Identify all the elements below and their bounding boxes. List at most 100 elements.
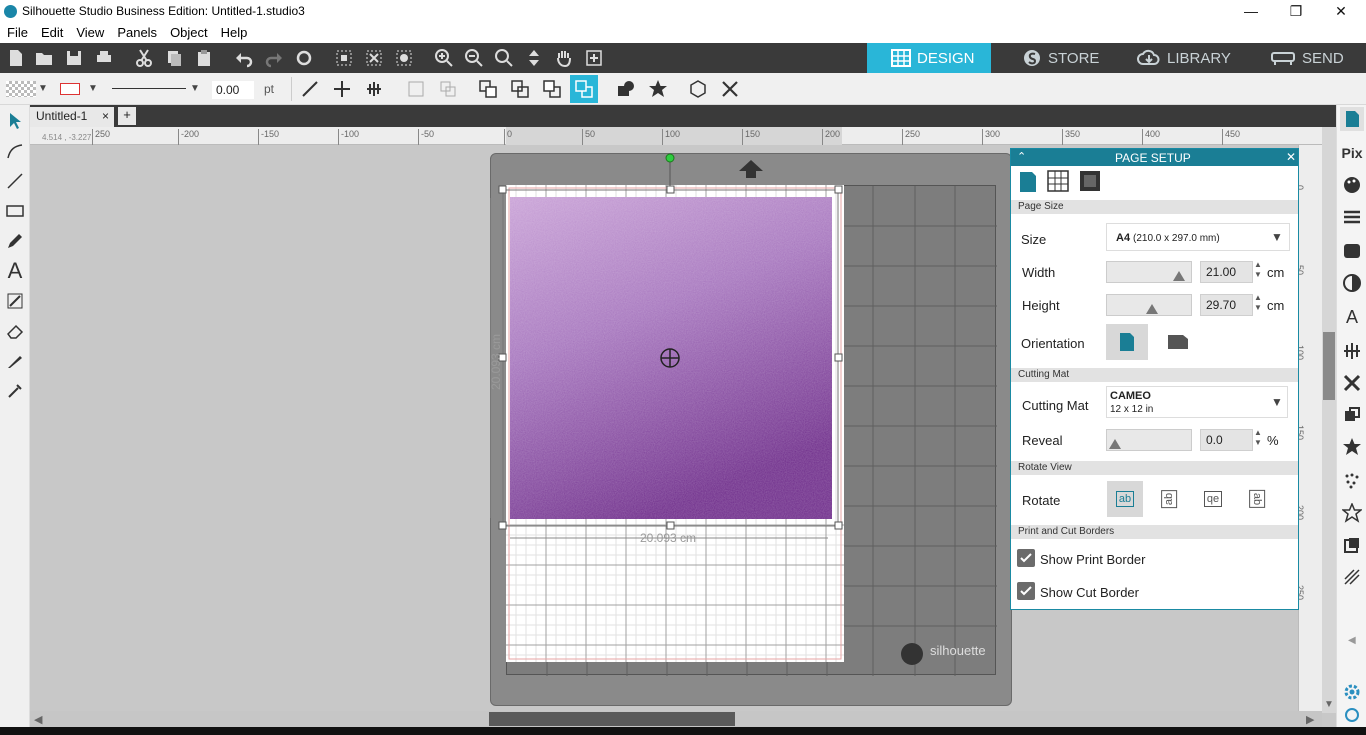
menu-file[interactable]: File <box>7 23 28 40</box>
palette-icon[interactable] <box>1340 173 1364 197</box>
rotate-180-button[interactable]: qe <box>1195 481 1231 517</box>
text-tool-icon[interactable]: A <box>3 258 27 283</box>
modify-icon[interactable] <box>1340 403 1364 427</box>
width-input[interactable]: 21.00 <box>1200 261 1253 283</box>
page-size-dropdown[interactable]: A4 (210.0 x 297.0 mm) ▼ <box>1106 223 1290 251</box>
collapse-panel-icon[interactable]: ⌃ <box>1017 150 1026 163</box>
rectangle-tool-icon[interactable] <box>3 199 27 223</box>
print-cut-icon[interactable] <box>1340 533 1364 557</box>
zoom-select-icon[interactable] <box>492 46 516 70</box>
line-style-panel-icon[interactable] <box>1340 205 1364 229</box>
tab-design[interactable]: DESIGN <box>867 43 991 73</box>
edit-points-tool-icon[interactable] <box>3 139 27 163</box>
settings-gear-icon[interactable] <box>1340 680 1364 704</box>
sync-icon[interactable] <box>1340 703 1364 727</box>
pencil-tool-icon[interactable] <box>3 229 27 253</box>
open-folder-icon[interactable] <box>32 46 56 70</box>
sketch-tool-icon[interactable] <box>3 289 27 313</box>
fit-to-page-icon[interactable] <box>522 46 546 70</box>
refresh-icon[interactable] <box>292 46 316 70</box>
replicate-icon[interactable] <box>1340 371 1364 395</box>
menu-panels[interactable]: Panels <box>117 23 157 40</box>
height-input[interactable]: 29.70 <box>1200 294 1253 316</box>
zoom-in-icon[interactable] <box>432 46 456 70</box>
pixscan-icon[interactable]: Pix <box>1340 141 1364 165</box>
horizontal-scroll-thumb[interactable] <box>489 712 735 726</box>
cutting-mat-dropdown[interactable]: CAMEO 12 x 12 in ▼ <box>1106 386 1288 418</box>
maximize-button[interactable]: ❐ <box>1273 0 1319 23</box>
scroll-right-icon[interactable]: ▶ <box>1306 713 1314 726</box>
fill-dropdown-icon[interactable]: ▼ <box>38 83 48 94</box>
knife-tool-icon[interactable] <box>3 349 27 373</box>
select-arrow-icon[interactable] <box>3 109 27 133</box>
redo-icon[interactable] <box>262 46 286 70</box>
line-width-input[interactable]: 0.00 <box>212 81 254 99</box>
portrait-orientation-button[interactable] <box>1106 324 1148 360</box>
line-style-preview[interactable] <box>112 88 186 89</box>
rotate-0-button[interactable]: ab <box>1107 481 1143 517</box>
vertical-scroll-thumb[interactable] <box>1323 332 1335 400</box>
transform-icon[interactable] <box>1340 339 1364 363</box>
star-shape-icon[interactable] <box>646 77 670 101</box>
show-cut-border-checkbox[interactable] <box>1017 582 1035 600</box>
reveal-input[interactable]: 0.0 <box>1200 429 1253 451</box>
bring-to-front-icon[interactable] <box>476 77 500 101</box>
edit-points-icon[interactable] <box>392 46 416 70</box>
send-to-back-icon[interactable] <box>570 75 598 103</box>
trace-icon[interactable] <box>1340 469 1364 493</box>
line-tool-icon[interactable] <box>298 77 322 101</box>
offset-star-icon[interactable] <box>1340 435 1364 459</box>
height-stepper[interactable]: ▲ ▼ <box>1254 293 1262 313</box>
add-page-icon[interactable] <box>582 46 606 70</box>
ungroup-icon[interactable] <box>436 77 460 101</box>
reveal-stepper[interactable]: ▲ ▼ <box>1254 428 1262 448</box>
save-icon[interactable] <box>62 46 86 70</box>
height-slider[interactable] <box>1106 294 1192 316</box>
send-backward-icon[interactable] <box>540 77 564 101</box>
fill-pattern-icon[interactable] <box>1340 239 1364 263</box>
paste-icon[interactable] <box>192 46 216 70</box>
eraser-tool-icon[interactable] <box>3 319 27 343</box>
reveal-slider[interactable] <box>1106 429 1192 451</box>
rotate-90-button[interactable]: ab <box>1151 481 1187 517</box>
menu-help[interactable]: Help <box>221 23 248 40</box>
print-icon[interactable] <box>92 46 116 70</box>
star-outline-icon[interactable] <box>1340 501 1364 525</box>
menu-object[interactable]: Object <box>170 23 208 40</box>
rotate-270-button[interactable]: ab <box>1239 481 1275 517</box>
fill-color-swatch[interactable] <box>6 81 36 97</box>
copy-icon[interactable] <box>162 46 186 70</box>
weld-icon[interactable] <box>614 77 638 101</box>
grid-settings-tab-icon[interactable] <box>1047 170 1071 194</box>
delete-icon[interactable] <box>718 77 742 101</box>
sketch-panel-icon[interactable] <box>1340 565 1364 589</box>
line-color-swatch[interactable] <box>60 83 80 95</box>
zoom-out-icon[interactable] <box>462 46 486 70</box>
contrast-icon[interactable] <box>1340 271 1364 295</box>
group-icon[interactable] <box>404 77 428 101</box>
deselect-icon[interactable] <box>362 46 386 70</box>
panel-close-icon[interactable]: ✕ <box>1286 150 1296 164</box>
doc-tab-close-icon[interactable]: × <box>102 109 109 123</box>
tab-store[interactable]: STORE <box>1022 43 1132 73</box>
width-slider[interactable] <box>1106 261 1192 283</box>
pan-hand-icon[interactable] <box>552 46 576 70</box>
line-tool-icon[interactable] <box>3 169 27 193</box>
show-print-border-checkbox[interactable] <box>1017 549 1035 567</box>
line-style-dropdown-icon[interactable]: ▼ <box>190 83 200 94</box>
landscape-orientation-button[interactable] <box>1157 324 1199 360</box>
tab-send[interactable]: SEND <box>1270 43 1366 73</box>
undo-icon[interactable] <box>232 46 256 70</box>
cut-icon[interactable] <box>132 46 156 70</box>
close-window-button[interactable]: ✕ <box>1318 0 1364 23</box>
background-tab-icon[interactable] <box>1079 170 1103 194</box>
tab-library[interactable]: LIBRARY <box>1137 43 1257 73</box>
vertical-scrollbar[interactable]: ▼ <box>1322 127 1336 713</box>
menu-view[interactable]: View <box>76 23 104 40</box>
collapse-arrow-icon[interactable]: ◀ <box>1348 635 1356 646</box>
line-color-dropdown-icon[interactable]: ▼ <box>88 83 98 94</box>
text-style-icon[interactable]: A <box>1340 305 1364 329</box>
menu-edit[interactable]: Edit <box>41 23 63 40</box>
scroll-down-icon[interactable]: ▼ <box>1324 699 1334 710</box>
bring-forward-icon[interactable] <box>508 77 532 101</box>
